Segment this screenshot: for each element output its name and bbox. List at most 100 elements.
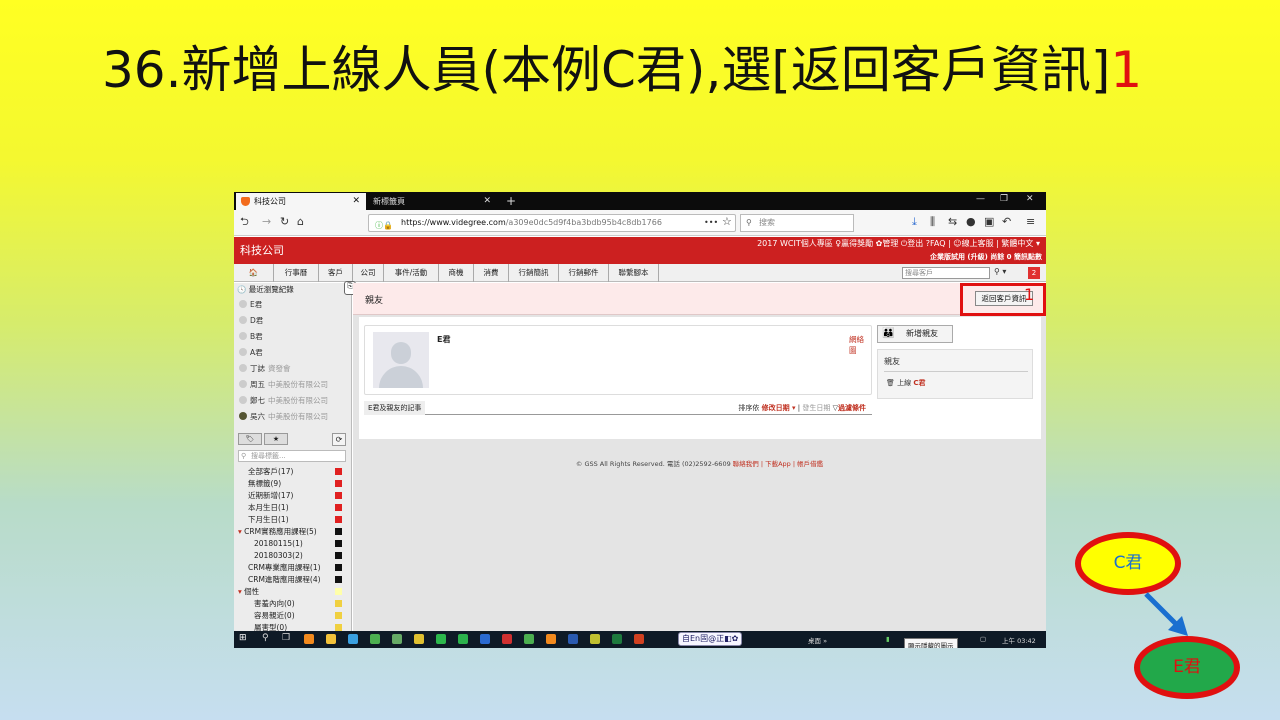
url-bar[interactable]: ⓘ🔒 https://www.videgree.com/a309e0dc5d9f… bbox=[368, 214, 736, 232]
hamburger-menu-icon[interactable]: ≡ bbox=[1026, 216, 1035, 228]
windows-start-icon[interactable]: ⊞ bbox=[239, 633, 247, 643]
tag-item[interactable]: 本月生日(1) bbox=[248, 503, 348, 512]
ime-toolbar[interactable]: 自En固@正◧✿ bbox=[678, 632, 743, 646]
back-icon[interactable]: ⮌ bbox=[240, 216, 249, 228]
tag-item[interactable]: CRM專業應用課程(1) bbox=[248, 563, 348, 572]
firefox-icon[interactable] bbox=[546, 634, 556, 644]
recent-item[interactable]: D君 bbox=[239, 315, 263, 326]
browser-search-input[interactable]: ⚲ 搜索 bbox=[740, 214, 854, 232]
notification-icon[interactable]: ▢ bbox=[980, 635, 986, 643]
filter-link[interactable]: 過濾條件 bbox=[838, 404, 866, 412]
tag-search-input[interactable]: ⚲ 搜尋標籤... bbox=[238, 450, 346, 462]
nav-item-calendar[interactable]: 行事曆 bbox=[274, 264, 319, 282]
chat-icon[interactable]: ● bbox=[966, 216, 976, 228]
tag-item[interactable]: 全部客戶(17) bbox=[248, 467, 348, 476]
task-view-icon[interactable]: ❒ bbox=[282, 633, 290, 643]
tag-item[interactable]: ▾ CRM實務應用課程(5) bbox=[238, 527, 348, 536]
app-icon[interactable] bbox=[392, 634, 402, 644]
close-tab-icon[interactable]: ✕ bbox=[483, 193, 491, 210]
chrome-icon[interactable] bbox=[414, 634, 424, 644]
recent-item[interactable]: 周五 中美股份有限公司 bbox=[239, 379, 328, 390]
tag-item[interactable]: CRM進階應用課程(4) bbox=[248, 575, 348, 584]
nav-item-contact-script[interactable]: 聯繫腳本 bbox=[609, 264, 659, 282]
app-icon[interactable] bbox=[502, 634, 512, 644]
top-menu[interactable]: 2017 WCIT個人專區 ♀贏得獎勵 ✿管理 ⏻登出 ?FAQ | ☺線上客服… bbox=[757, 238, 1040, 249]
notification-badge[interactable]: 2 bbox=[1028, 267, 1040, 279]
recent-item[interactable]: A君 bbox=[239, 347, 263, 358]
library-icon[interactable]: ⫼ bbox=[930, 216, 935, 228]
restore-icon[interactable]: ❐ bbox=[1000, 194, 1008, 204]
nav-item-opportunities[interactable]: 商機 bbox=[439, 264, 474, 282]
recent-item[interactable]: 鄭七 中美股份有限公司 bbox=[239, 395, 328, 406]
tag-item[interactable]: 近期新增(17) bbox=[248, 491, 348, 500]
firefox-icon[interactable] bbox=[304, 634, 314, 644]
window-close-icon[interactable]: ✕ bbox=[1026, 194, 1034, 204]
line-icon[interactable] bbox=[436, 634, 446, 644]
word-icon[interactable] bbox=[568, 634, 578, 644]
app-brand[interactable]: 科技公司 bbox=[240, 242, 284, 258]
tag-item[interactable]: 無標籤(9) bbox=[248, 479, 348, 488]
wechat-icon[interactable] bbox=[458, 634, 468, 644]
add-relative-button[interactable]: 👪 新增親友 bbox=[877, 325, 953, 343]
refresh-icon[interactable]: ⟳ bbox=[332, 433, 346, 446]
app-icon[interactable] bbox=[590, 634, 600, 644]
forward-icon[interactable]: → bbox=[262, 216, 271, 228]
search-icon[interactable]: ⚲ bbox=[262, 633, 269, 643]
battery-icon[interactable]: ▮ bbox=[886, 635, 890, 643]
home-icon[interactable]: ⌂ bbox=[297, 216, 304, 228]
nav-item-consumption[interactable]: 消費 bbox=[474, 264, 509, 282]
download-icon[interactable]: ⤓ bbox=[912, 216, 917, 228]
nav-home-icon[interactable]: 🏠 bbox=[234, 264, 274, 282]
browser-tab-active[interactable]: 科技公司 ✕ bbox=[236, 193, 366, 210]
recent-item[interactable]: B君 bbox=[239, 331, 263, 342]
tag-item[interactable]: 20180303(2) bbox=[254, 551, 354, 560]
tag-color-icon bbox=[335, 552, 342, 559]
desktop-toolbar[interactable]: 桌面 » bbox=[808, 635, 827, 645]
sync-icon[interactable]: ⇆ bbox=[948, 216, 957, 228]
customer-name[interactable]: E君 bbox=[437, 334, 450, 345]
powerpoint-icon[interactable] bbox=[634, 634, 644, 644]
customer-search-input[interactable]: 搜尋客戶 bbox=[902, 267, 990, 279]
recent-item[interactable]: 吳六 中美股份有限公司 bbox=[239, 411, 328, 422]
tag-icon[interactable]: 🏷 bbox=[238, 433, 262, 445]
screenshot-icon[interactable]: ▣ bbox=[984, 216, 994, 228]
browser-tab-inactive[interactable]: 新標籤頁 ✕ bbox=[367, 193, 497, 210]
folder-icon[interactable] bbox=[326, 634, 336, 644]
new-tab-icon[interactable]: + bbox=[506, 193, 516, 209]
reload-icon[interactable]: ↻ bbox=[280, 216, 289, 228]
bookmark-star-icon[interactable]: ☆ bbox=[722, 216, 732, 228]
sort-occurrence-date[interactable]: 發生日期 bbox=[802, 404, 830, 412]
plan-info[interactable]: 企業版試用 (升級) 尚餘 0 簡訊點數 bbox=[930, 252, 1042, 262]
relative-item[interactable]: 🗑 上線 C君 bbox=[886, 378, 926, 388]
nav-item-sms-marketing[interactable]: 行銷簡訊 bbox=[509, 264, 559, 282]
tag-item[interactable]: 害羞內向(0) bbox=[254, 599, 354, 608]
footer-links[interactable]: 聯絡我們 | 下載App | 帳戶借鑑 bbox=[733, 460, 823, 468]
sort-modified-date[interactable]: 修改日期 ▾ bbox=[762, 404, 796, 412]
recent-item[interactable]: E君 bbox=[239, 299, 262, 310]
clock[interactable]: 上午 03:42 bbox=[1002, 635, 1036, 645]
tag-item[interactable]: 容易親近(0) bbox=[254, 611, 354, 620]
page-actions-icon[interactable]: ••• bbox=[704, 217, 718, 229]
star-icon[interactable]: ★ bbox=[264, 433, 288, 445]
nav-item-events[interactable]: 事件/活動 bbox=[384, 264, 439, 282]
nav-item-customers[interactable]: 客戶 bbox=[319, 264, 353, 282]
close-tab-icon[interactable]: ✕ bbox=[352, 193, 360, 210]
chrome-icon[interactable] bbox=[370, 634, 380, 644]
search-icon[interactable]: ⚲ ▾ bbox=[994, 267, 1006, 276]
undo-icon[interactable]: ↶ bbox=[1002, 216, 1011, 228]
recent-item[interactable]: 丁誌 資發會 bbox=[239, 363, 291, 374]
app-icon[interactable] bbox=[348, 634, 358, 644]
trash-icon[interactable]: 🗑 bbox=[886, 379, 895, 387]
notes-title[interactable]: E君及親友的記事 bbox=[364, 401, 426, 415]
nav-item-companies[interactable]: 公司 bbox=[353, 264, 384, 282]
minimize-icon[interactable]: — bbox=[976, 194, 985, 204]
app-icon[interactable] bbox=[480, 634, 490, 644]
network-map-link[interactable]: 網絡圖 bbox=[849, 334, 871, 356]
tag-item[interactable]: 20180115(1) bbox=[254, 539, 354, 548]
relative-name[interactable]: C君 bbox=[913, 379, 925, 387]
chrome-icon[interactable] bbox=[524, 634, 534, 644]
tag-item[interactable]: ▾ 個性 bbox=[238, 587, 348, 596]
excel-icon[interactable] bbox=[612, 634, 622, 644]
nav-item-email-marketing[interactable]: 行銷郵件 bbox=[559, 264, 609, 282]
tag-item[interactable]: 下月生日(1) bbox=[248, 515, 348, 524]
